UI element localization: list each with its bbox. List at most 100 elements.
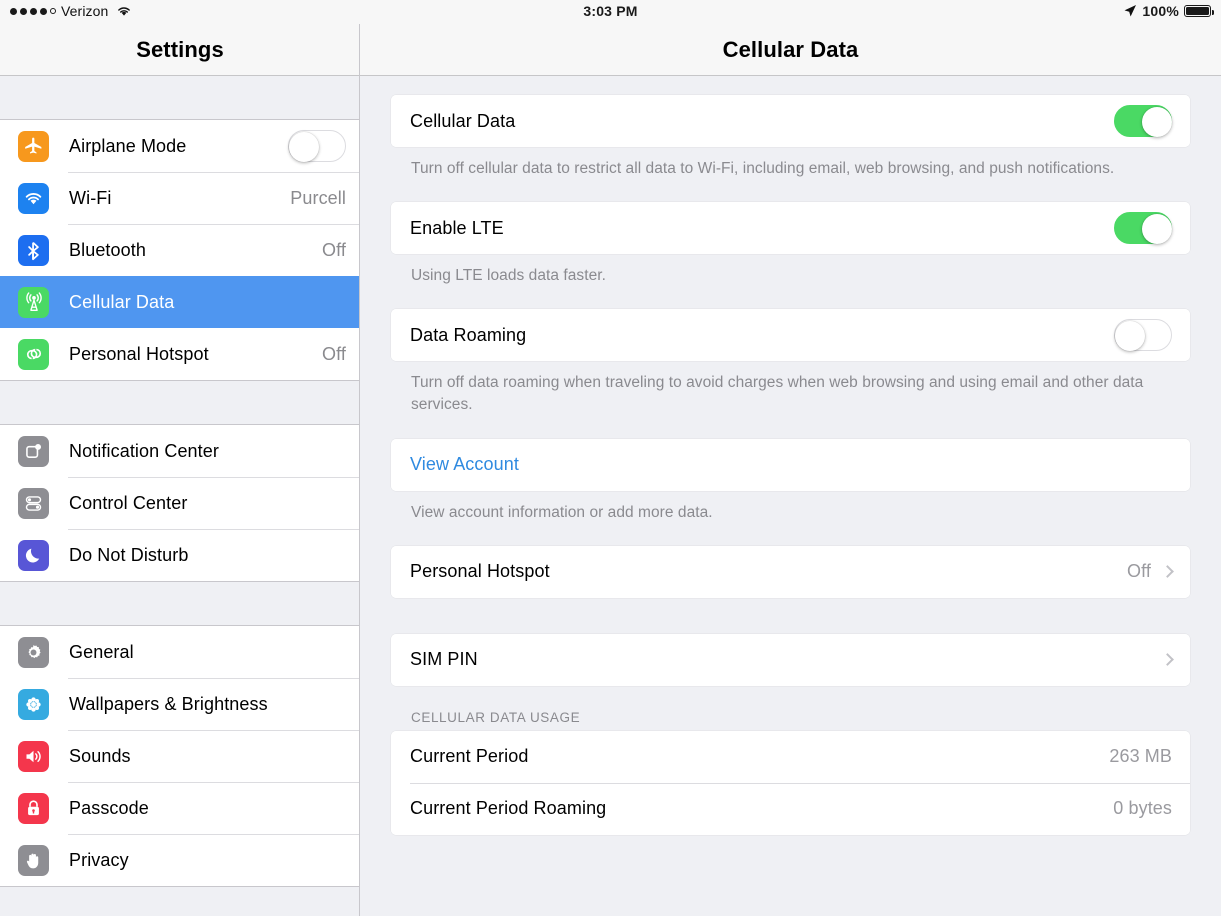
location-arrow-icon xyxy=(1123,4,1137,18)
control-center-icon xyxy=(18,488,49,519)
sidebar-item-label: Cellular Data xyxy=(69,292,346,313)
current-period-row[interactable]: Current Period 263 MB xyxy=(391,731,1190,783)
sidebar-top-gap xyxy=(0,76,360,119)
status-bar: Verizon 3:03 PM 100% xyxy=(0,0,1221,24)
view-account-card: View Account xyxy=(391,439,1190,491)
settings-sidebar: Settings Airplane Mode xyxy=(0,0,360,916)
notification-center-icon xyxy=(18,436,49,467)
bluetooth-icon xyxy=(18,235,49,266)
sidebar-item-label: Wallpapers & Brightness xyxy=(69,694,346,715)
data-roaming-toggle[interactable] xyxy=(1114,319,1172,351)
cellular-antenna-icon xyxy=(18,287,49,318)
sidebar-item-notification-center[interactable]: Notification Center xyxy=(0,425,360,477)
wifi-network-value: Purcell xyxy=(290,188,346,209)
flower-brightness-icon xyxy=(18,689,49,720)
wifi-icon xyxy=(18,183,49,214)
hotspot-link-icon xyxy=(18,339,49,370)
hotspot-state-value: Off xyxy=(322,344,346,365)
section-gap xyxy=(391,598,1190,634)
battery-full-icon xyxy=(1184,5,1211,17)
sidebar-bottom-gap xyxy=(0,887,360,916)
sidebar-item-label: Sounds xyxy=(69,746,346,767)
sidebar-item-do-not-disturb[interactable]: Do Not Disturb xyxy=(0,529,360,581)
personal-hotspot-value: Off xyxy=(1127,561,1151,582)
cellular-data-card: Cellular Data xyxy=(391,95,1190,147)
personal-hotspot-row[interactable]: Personal Hotspot Off xyxy=(391,546,1190,598)
hand-icon xyxy=(18,845,49,876)
sidebar-group-notifications: Notification Center Control Center xyxy=(0,424,360,582)
sidebar-item-label: Notification Center xyxy=(69,441,346,462)
moon-icon xyxy=(18,540,49,571)
enable-lte-row[interactable]: Enable LTE xyxy=(391,202,1190,254)
airplane-icon xyxy=(18,131,49,162)
status-bar-clock: 3:03 PM xyxy=(0,3,1221,19)
sidebar-item-label: Personal Hotspot xyxy=(69,344,322,365)
sim-pin-card: SIM PIN xyxy=(391,634,1190,686)
section-gap xyxy=(391,524,1190,546)
cellular-data-usage-header: CELLULAR DATA USAGE xyxy=(391,686,1190,731)
sidebar-item-cellular-data[interactable]: Cellular Data xyxy=(0,276,360,328)
lock-icon xyxy=(18,793,49,824)
enable-lte-footer: Using LTE loads data faster. xyxy=(391,254,1190,287)
sidebar-item-label: Bluetooth xyxy=(69,240,322,261)
data-roaming-footer: Turn off data roaming when traveling to … xyxy=(391,361,1190,416)
current-period-value: 263 MB xyxy=(1109,746,1172,767)
sidebar-item-label: General xyxy=(69,642,346,663)
row-label: Data Roaming xyxy=(410,325,1114,346)
sidebar-item-bluetooth[interactable]: Bluetooth Off xyxy=(0,224,360,276)
data-roaming-card: Data Roaming xyxy=(391,309,1190,361)
sidebar-item-general[interactable]: General xyxy=(0,626,360,678)
chevron-right-icon xyxy=(1161,565,1174,578)
sidebar-item-airplane-mode[interactable]: Airplane Mode xyxy=(0,120,360,172)
row-label: Current Period xyxy=(410,746,1109,767)
view-account-row[interactable]: View Account xyxy=(391,439,1190,491)
cellular-data-panel: Cellular Data Cellular Data Turn off cel… xyxy=(360,0,1221,916)
sidebar-item-label: Do Not Disturb xyxy=(69,545,346,566)
airplane-mode-toggle[interactable] xyxy=(288,130,346,162)
sidebar-group-gap xyxy=(0,381,360,424)
status-bar-right: 100% xyxy=(1123,3,1211,19)
cellular-data-toggle[interactable] xyxy=(1114,105,1172,137)
row-label: Current Period Roaming xyxy=(410,798,1113,819)
sidebar-item-privacy[interactable]: Privacy xyxy=(0,834,360,886)
sidebar-item-passcode[interactable]: Passcode xyxy=(0,782,360,834)
current-period-roaming-row[interactable]: Current Period Roaming 0 bytes xyxy=(391,783,1190,835)
cellular-data-footer: Turn off cellular data to restrict all d… xyxy=(391,147,1190,180)
sidebar-item-label: Privacy xyxy=(69,850,346,871)
data-roaming-row[interactable]: Data Roaming xyxy=(391,309,1190,361)
row-label: Cellular Data xyxy=(410,111,1114,132)
sidebar-group-connectivity: Airplane Mode Wi-Fi Purcell xyxy=(0,119,360,381)
section-gap xyxy=(391,180,1190,202)
sidebar-item-wifi[interactable]: Wi-Fi Purcell xyxy=(0,172,360,224)
sidebar-item-wallpapers-brightness[interactable]: Wallpapers & Brightness xyxy=(0,678,360,730)
enable-lte-toggle[interactable] xyxy=(1114,212,1172,244)
speaker-icon xyxy=(18,741,49,772)
sidebar-navigation-bar: Settings xyxy=(0,24,360,76)
sidebar-item-label: Wi-Fi xyxy=(69,188,290,209)
ipad-settings-screen: Verizon 3:03 PM 100% Settings xyxy=(0,0,1221,916)
personal-hotspot-card: Personal Hotspot Off xyxy=(391,546,1190,598)
sidebar-group-system: General xyxy=(0,625,360,887)
sidebar-item-personal-hotspot[interactable]: Personal Hotspot Off xyxy=(0,328,360,380)
main-top-gap xyxy=(391,76,1190,95)
gear-icon xyxy=(18,637,49,668)
main-scroll-area[interactable]: Cellular Data Turn off cellular data to … xyxy=(360,76,1221,916)
section-gap xyxy=(391,287,1190,309)
cellular-data-usage-card: Current Period 263 MB Current Period Roa… xyxy=(391,731,1190,835)
sidebar-title: Settings xyxy=(136,37,224,63)
page-title: Cellular Data xyxy=(723,37,859,63)
bluetooth-state-value: Off xyxy=(322,240,346,261)
sim-pin-row[interactable]: SIM PIN xyxy=(391,634,1190,686)
enable-lte-card: Enable LTE xyxy=(391,202,1190,254)
view-account-link[interactable]: View Account xyxy=(410,454,1172,475)
sidebar-item-control-center[interactable]: Control Center xyxy=(0,477,360,529)
sidebar-scroll-area[interactable]: Airplane Mode Wi-Fi Purcell xyxy=(0,76,360,916)
row-label: Enable LTE xyxy=(410,218,1114,239)
section-gap xyxy=(391,417,1190,439)
cellular-data-row[interactable]: Cellular Data xyxy=(391,95,1190,147)
sidebar-group-gap xyxy=(0,582,360,625)
sidebar-item-sounds[interactable]: Sounds xyxy=(0,730,360,782)
current-period-roaming-value: 0 bytes xyxy=(1113,798,1172,819)
main-navigation-bar: Cellular Data xyxy=(360,24,1221,76)
row-label: SIM PIN xyxy=(410,649,1161,670)
